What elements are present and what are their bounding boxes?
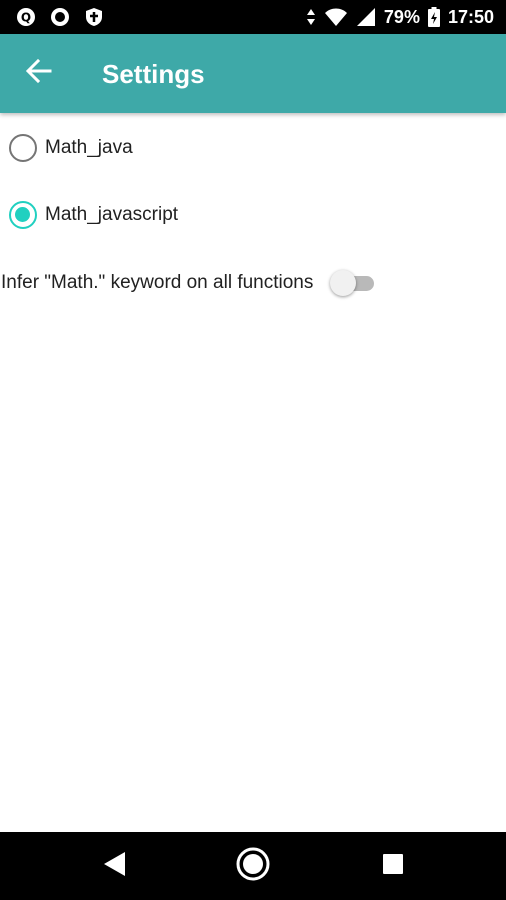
- record-icon: [50, 7, 70, 27]
- battery-percentage: 79%: [383, 7, 420, 27]
- battery-charging-icon: [427, 7, 440, 27]
- nav-back-button[interactable]: [94, 846, 134, 886]
- arrow-back-icon: [25, 58, 52, 89]
- navigation-bar: [0, 832, 506, 900]
- switch-thumb: [330, 270, 356, 296]
- status-right-icons: 79% 17:50: [306, 7, 494, 27]
- svg-text:Q: Q: [21, 11, 31, 25]
- signal-icon: [356, 7, 376, 27]
- page-title: Settings: [102, 59, 205, 89]
- nav-recents-button[interactable]: [373, 846, 413, 886]
- radio-option-math-javascript[interactable]: Math_javascript: [0, 185, 506, 245]
- nav-home-button[interactable]: [233, 846, 273, 886]
- back-triangle-icon: [101, 850, 127, 883]
- data-arrows-icon: [306, 7, 316, 27]
- back-button[interactable]: [22, 56, 56, 90]
- status-left-icons: Q: [16, 7, 104, 27]
- shield-icon: [84, 7, 104, 27]
- home-circle-icon: [235, 846, 271, 887]
- infer-math-keyword-label: Infer "Math." keyword on all functions: [1, 272, 314, 293]
- clock: 17:50: [447, 7, 494, 27]
- app-bar: Settings: [0, 34, 506, 113]
- wifi-icon: [324, 7, 348, 27]
- radio-button-checked[interactable]: [9, 201, 37, 229]
- radio-button-unchecked[interactable]: [9, 134, 37, 162]
- radio-label: Math_javascript: [45, 204, 179, 225]
- radio-option-math-java[interactable]: Math_java: [0, 118, 506, 178]
- status-bar: Q 79% 17:50: [0, 0, 506, 34]
- infer-math-keyword-switch[interactable]: [330, 267, 376, 299]
- radio-label: Math_java: [45, 137, 133, 158]
- recents-square-icon: [382, 853, 404, 880]
- assistant-icon: Q: [16, 7, 36, 27]
